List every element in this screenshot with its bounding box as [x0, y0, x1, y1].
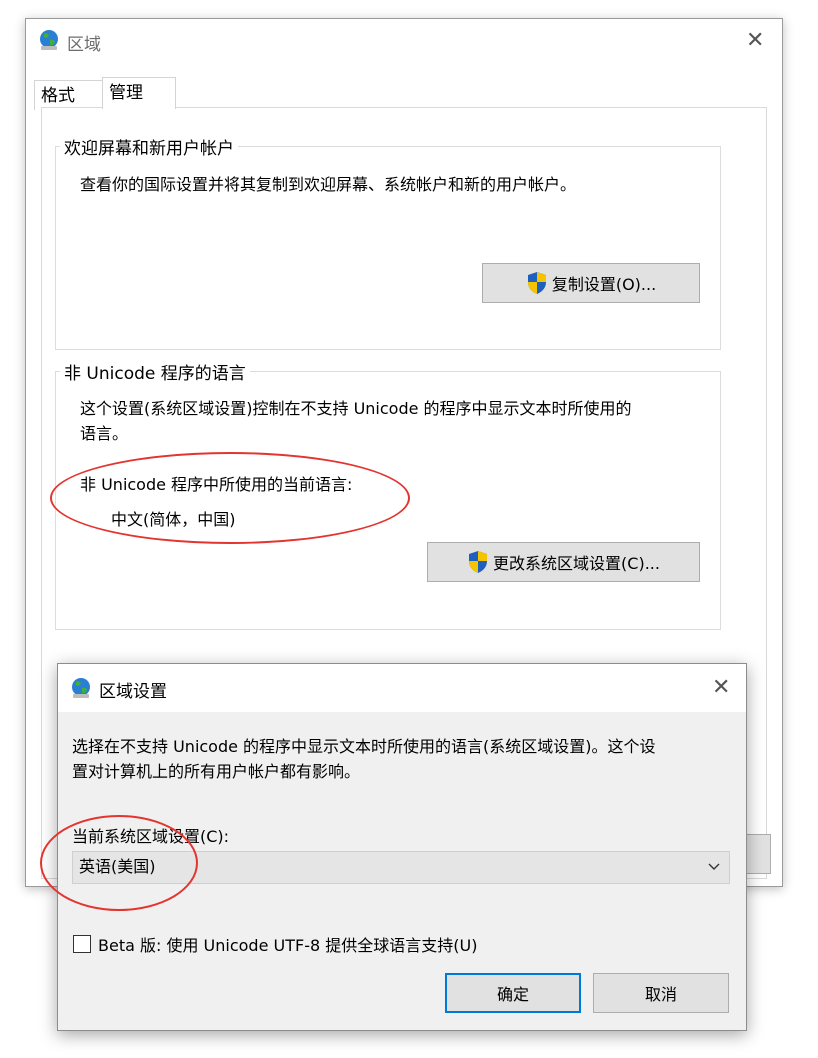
dialog-description: 选择在不支持 Unicode 的程序中显示文本时所使用的语言(系统区域设置)。这…: [72, 734, 656, 784]
ok-button[interactable]: 确定: [445, 973, 581, 1013]
cancel-button[interactable]: 取消: [593, 973, 729, 1013]
uac-shield-icon: [467, 550, 489, 574]
chevron-down-icon: [707, 852, 721, 882]
current-language-value: 中文(简体，中国): [111, 510, 236, 529]
region-settings-dialog: 区域设置 ✕ 选择在不支持 Unicode 的程序中显示文本时所使用的语言(系统…: [57, 663, 747, 1031]
globe-icon: [69, 676, 93, 700]
beta-utf8-checkbox[interactable]: [73, 935, 91, 953]
beta-utf8-label[interactable]: Beta 版: 使用 Unicode UTF-8 提供全球语言支持(U): [98, 932, 477, 956]
dialog-description-line2: 置对计算机上的所有用户帐户都有影响。: [72, 762, 361, 781]
unicode-description-line1: 这个设置(系统区域设置)控制在不支持 Unicode 的程序中显示文本时所使用的: [80, 399, 632, 418]
welcome-description: 查看你的国际设置并将其复制到欢迎屏幕、系统帐户和新的用户帐户。: [80, 175, 577, 194]
copy-settings-button[interactable]: 复制设置(O)...: [482, 263, 700, 303]
dialog-description-line1: 选择在不支持 Unicode 的程序中显示文本时所使用的语言(系统区域设置)。这…: [72, 737, 656, 756]
welcome-group: 欢迎屏幕和新用户帐户: [55, 134, 721, 350]
close-icon[interactable]: ✕: [712, 677, 730, 699]
unicode-description: 这个设置(系统区域设置)控制在不支持 Unicode 的程序中显示文本时所使用的…: [80, 396, 632, 446]
locale-select[interactable]: 英语(美国): [72, 851, 730, 884]
locale-select-value: 英语(美国): [79, 857, 156, 876]
unicode-description-line2: 语言。: [80, 424, 129, 443]
tab-strip: 格式 管理: [34, 77, 774, 110]
window-title: 区域: [67, 35, 101, 55]
current-locale-label: 当前系统区域设置(C):: [72, 827, 230, 846]
globe-icon: [37, 28, 61, 52]
copy-settings-label: 复制设置(O)...: [551, 275, 657, 294]
tab-administrative[interactable]: 管理: [102, 77, 176, 109]
change-system-locale-button[interactable]: 更改系统区域设置(C)...: [427, 542, 700, 582]
dialog-title: 区域设置: [99, 682, 167, 702]
uac-shield-icon: [526, 271, 548, 295]
current-language-label: 非 Unicode 程序中所使用的当前语言:: [80, 475, 353, 494]
welcome-group-legend: 欢迎屏幕和新用户帐户: [64, 139, 234, 159]
change-system-locale-label: 更改系统区域设置(C)...: [493, 554, 660, 573]
close-icon[interactable]: ✕: [746, 30, 764, 52]
tab-formats[interactable]: 格式: [34, 80, 104, 110]
unicode-group-legend: 非 Unicode 程序的语言: [64, 364, 246, 384]
